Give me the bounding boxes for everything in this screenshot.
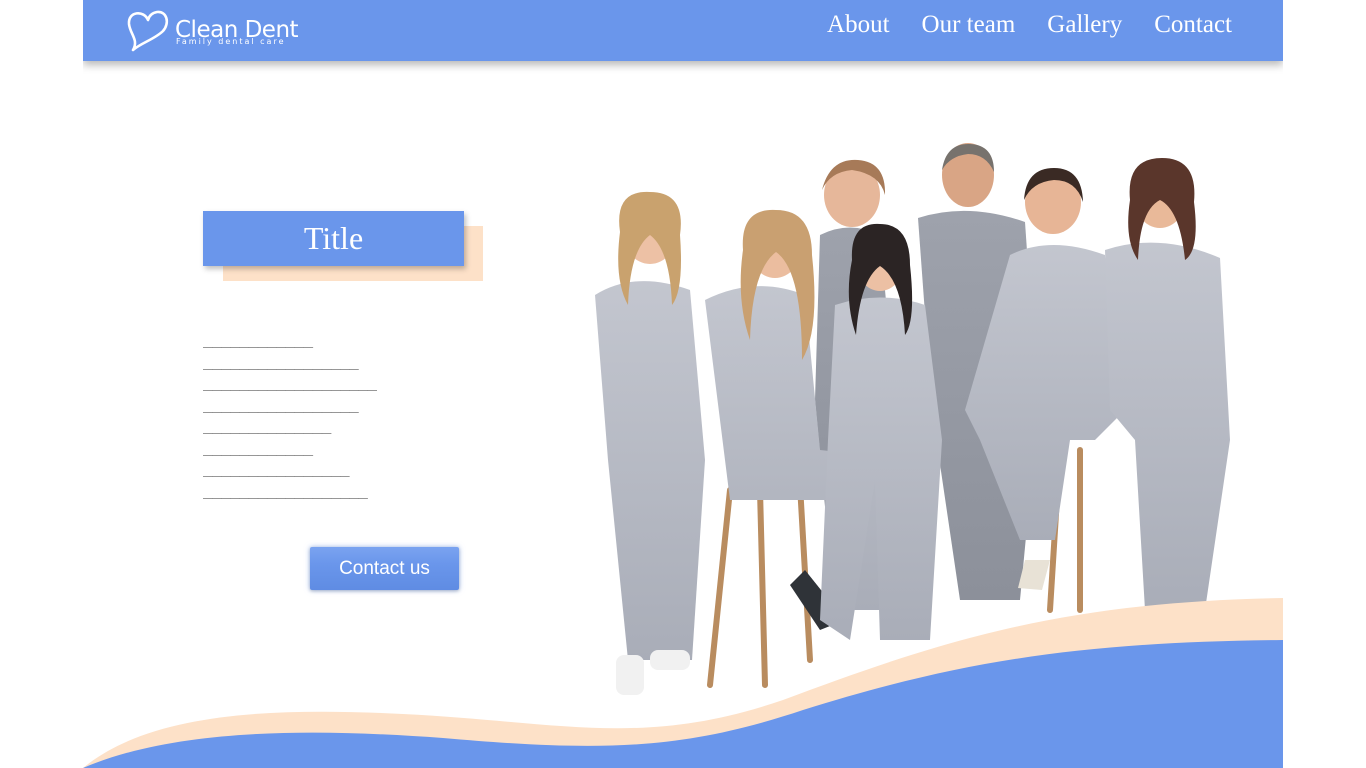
placeholder-line: ______________ (203, 415, 331, 434)
placeholder-line: _________________ (203, 393, 359, 413)
placeholder-line: ____________ (203, 436, 313, 456)
main-nav: About Our team Gallery Contact (827, 11, 1232, 39)
team-member (1105, 158, 1230, 610)
placeholder-line: _________________ (203, 350, 359, 370)
nav-about[interactable]: About (827, 11, 890, 39)
logo[interactable]: Clean Dent Family dental care (125, 7, 315, 53)
placeholder-line: ____________ (203, 329, 313, 348)
heart-icon (127, 10, 169, 52)
site-header: Clean Dent Family dental care About Our … (83, 0, 1283, 61)
placeholder-line: ________________ (203, 458, 350, 477)
nav-our-team[interactable]: Our team (922, 11, 1016, 39)
contact-us-button[interactable]: Contact us (310, 547, 459, 590)
page-title: Title (303, 220, 364, 256)
title-box: Title (203, 211, 464, 266)
placeholder-line: __________________ (203, 479, 368, 499)
nav-contact[interactable]: Contact (1154, 11, 1232, 39)
nav-gallery[interactable]: Gallery (1047, 11, 1122, 39)
page: Clean Dent Family dental care About Our … (83, 0, 1283, 768)
brand-tagline: Family dental care (176, 37, 286, 46)
bottom-wave (83, 598, 1283, 768)
placeholder-line: ___________________ (203, 372, 377, 391)
placeholder-text: ____________ _________________ _________… (203, 328, 503, 500)
